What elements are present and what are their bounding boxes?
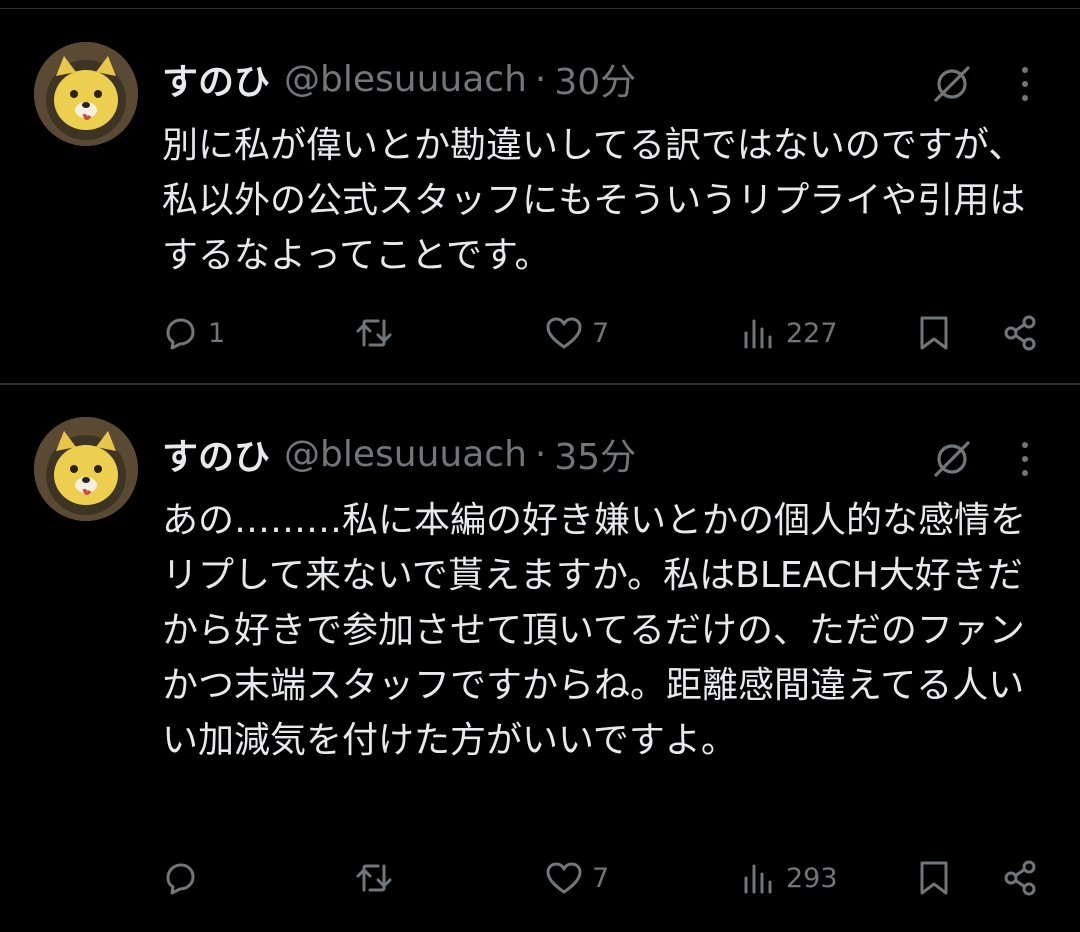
share-icon xyxy=(1004,315,1036,351)
views-button[interactable]: 227 xyxy=(738,308,838,358)
view-count: 293 xyxy=(786,862,838,894)
timestamp[interactable]: 30分 xyxy=(554,53,636,105)
share-button[interactable] xyxy=(1000,853,1040,903)
tweet-actions: 7 293 xyxy=(0,853,1080,903)
user-handle[interactable]: @blesuuuach xyxy=(284,434,527,475)
tweet-actions: 1 7 227 xyxy=(0,308,1080,358)
display-name[interactable]: すのひ xyxy=(162,428,270,480)
like-button[interactable]: 7 xyxy=(544,308,609,358)
tweet-text: 別に私が偉いとか勘違いしてる訳ではないのですが、私以外の公式スタッフにもそういう… xyxy=(162,125,1026,276)
like-count: 7 xyxy=(592,862,610,894)
tweet[interactable]: すのひ @blesuuuach · 30分 別に私が偉いとか勘違いしてる訳ではな… xyxy=(0,10,1080,385)
avatar[interactable] xyxy=(34,42,138,146)
grok-icon[interactable] xyxy=(930,62,974,106)
more-icon[interactable] xyxy=(1010,62,1040,106)
retweet-icon xyxy=(356,319,392,347)
reply-icon xyxy=(166,863,195,895)
views-button[interactable]: 293 xyxy=(738,853,838,903)
reply-button[interactable] xyxy=(160,853,208,903)
view-count: 227 xyxy=(786,317,838,349)
reply-count: 1 xyxy=(208,317,226,349)
reply-button[interactable]: 1 xyxy=(160,308,225,358)
share-icon xyxy=(1004,860,1036,896)
grok-icon[interactable] xyxy=(930,437,974,481)
bookmark-icon xyxy=(920,861,948,895)
bookmark-icon xyxy=(920,316,948,350)
timestamp[interactable]: 35分 xyxy=(554,428,636,480)
tweet-header: すのひ @blesuuuach · 30分 xyxy=(162,54,636,104)
like-button[interactable]: 7 xyxy=(544,853,609,903)
like-count: 7 xyxy=(592,317,610,349)
heart-icon xyxy=(546,317,582,349)
views-icon xyxy=(744,864,772,894)
bookmark-button[interactable] xyxy=(914,853,954,903)
share-button[interactable] xyxy=(1000,308,1040,358)
separator: · xyxy=(534,433,547,475)
avatar[interactable] xyxy=(34,417,138,521)
views-icon xyxy=(744,319,772,349)
retweet-button[interactable] xyxy=(354,308,402,358)
display-name[interactable]: すのひ xyxy=(162,53,270,105)
bookmark-button[interactable] xyxy=(914,308,954,358)
tweet-header: すのひ @blesuuuach · 35分 xyxy=(162,429,636,479)
reply-icon xyxy=(166,318,195,350)
user-handle[interactable]: @blesuuuach xyxy=(284,59,527,100)
retweet-icon xyxy=(356,864,392,892)
tweet-text: あの………私に本編の好き嫌いとかの個人的な感情をリプして来ないで貰えますか。私は… xyxy=(162,500,1027,761)
heart-icon xyxy=(546,862,582,894)
more-icon[interactable] xyxy=(1010,437,1040,481)
tweet[interactable]: すのひ @blesuuuach · 35分 あの………私に本編の好き嫌いとかの個… xyxy=(0,385,1080,932)
top-divider xyxy=(0,8,1080,9)
separator: · xyxy=(534,58,547,100)
retweet-button[interactable] xyxy=(354,853,402,903)
